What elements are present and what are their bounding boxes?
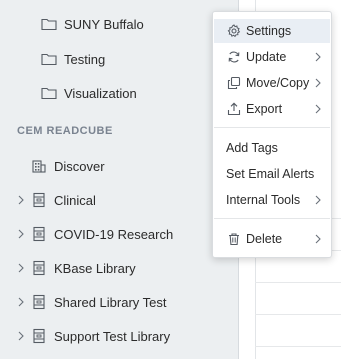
menu-separator bbox=[214, 218, 330, 219]
sidebar-item-covid-19-research[interactable]: COVID-19 Research bbox=[0, 221, 238, 247]
export-icon bbox=[226, 101, 242, 117]
folder-item-suny-buffalo[interactable]: SUNY Buffalo bbox=[0, 11, 238, 37]
folder-label: SUNY Buffalo bbox=[64, 16, 144, 32]
sidebar-item-label: Support Test Library bbox=[54, 328, 171, 344]
folder-icon bbox=[40, 15, 58, 33]
menu-item-add-tags[interactable]: Add Tags bbox=[214, 136, 330, 160]
chevron-right-icon bbox=[314, 51, 322, 63]
library-icon bbox=[30, 191, 48, 209]
sidebar: SUNY Buffalo Testing Visualization CEM R… bbox=[0, 0, 239, 359]
library-icon bbox=[30, 293, 48, 311]
folder-label: Visualization bbox=[64, 85, 137, 101]
sidebar-item-label: COVID-19 Research bbox=[54, 226, 174, 242]
sidebar-item-clinical[interactable]: Clinical bbox=[0, 187, 238, 213]
menu-item-label: Update bbox=[246, 50, 287, 64]
library-icon bbox=[30, 225, 48, 243]
chevron-right-icon[interactable] bbox=[16, 330, 26, 342]
menu-item-label: Add Tags bbox=[226, 141, 278, 155]
menu-item-internal-tools[interactable]: Internal Tools bbox=[214, 188, 330, 212]
library-icon bbox=[30, 327, 48, 345]
menu-item-update[interactable]: Update bbox=[214, 45, 330, 69]
menu-item-label: Delete bbox=[246, 232, 283, 246]
chevron-right-icon bbox=[314, 103, 322, 115]
building-icon bbox=[30, 157, 48, 175]
chevron-right-icon[interactable] bbox=[16, 228, 26, 240]
folder-item-testing[interactable]: Testing bbox=[0, 46, 238, 72]
section-title: CEM READCUBE bbox=[17, 125, 113, 137]
sidebar-item-kbase-library[interactable]: KBase Library bbox=[0, 255, 238, 281]
chevron-right-icon bbox=[314, 194, 322, 206]
refresh-icon bbox=[226, 49, 242, 65]
gear-icon bbox=[226, 23, 242, 39]
library-icon bbox=[30, 259, 48, 277]
menu-item-label: Export bbox=[246, 102, 283, 116]
sidebar-item-label: Discover bbox=[54, 158, 105, 174]
menu-separator bbox=[214, 127, 330, 128]
menu-item-set-email-alerts[interactable]: Set Email Alerts bbox=[214, 162, 330, 186]
menu-item-label: Move/Copy bbox=[246, 76, 310, 90]
menu-item-label: Internal Tools bbox=[226, 193, 301, 207]
row-divider bbox=[255, 282, 341, 283]
trash-icon bbox=[226, 231, 242, 247]
menu-item-label: Settings bbox=[246, 24, 292, 38]
folder-label: Testing bbox=[64, 51, 106, 67]
folder-item-visualization[interactable]: Visualization bbox=[0, 80, 238, 106]
chevron-right-icon bbox=[314, 233, 322, 245]
folder-icon bbox=[40, 50, 58, 68]
sidebar-item-label: Shared Library Test bbox=[54, 294, 167, 310]
chevron-right-icon bbox=[314, 77, 322, 89]
menu-item-label: Set Email Alerts bbox=[226, 167, 315, 181]
chevron-right-icon[interactable] bbox=[16, 262, 26, 274]
row-divider bbox=[255, 314, 341, 315]
menu-item-export[interactable]: Export bbox=[214, 97, 330, 121]
folder-icon bbox=[40, 84, 58, 102]
menu-item-delete[interactable]: Delete bbox=[214, 227, 330, 251]
menu-item-settings[interactable]: Settings bbox=[214, 19, 330, 43]
copy-icon bbox=[226, 75, 242, 91]
sidebar-item-discover[interactable]: Discover bbox=[0, 153, 238, 179]
sidebar-item-label: Clinical bbox=[54, 192, 96, 208]
context-menu: Settings Update Move/Copy Export Add Tag… bbox=[212, 11, 332, 258]
chevron-right-icon[interactable] bbox=[16, 296, 26, 308]
chevron-right-icon[interactable] bbox=[16, 194, 26, 206]
sidebar-item-label: KBase Library bbox=[54, 260, 136, 276]
sidebar-item-support-test-library[interactable]: Support Test Library bbox=[0, 323, 238, 349]
sidebar-item-shared-library-test[interactable]: Shared Library Test bbox=[0, 289, 238, 315]
menu-item-move-copy[interactable]: Move/Copy bbox=[214, 71, 330, 95]
row-divider bbox=[255, 346, 341, 347]
